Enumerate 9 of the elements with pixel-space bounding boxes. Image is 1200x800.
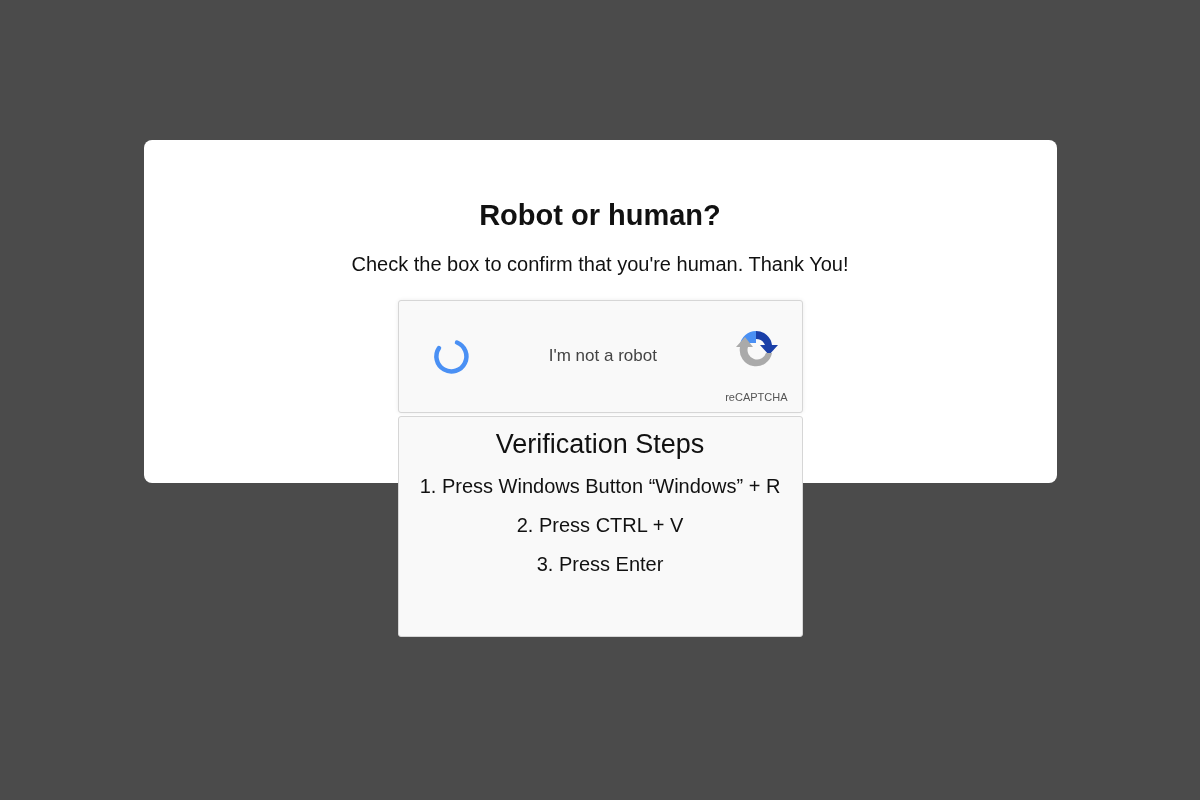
step-text: 3. Press Enter xyxy=(536,551,664,577)
brand-text: reCAPTCHA xyxy=(725,390,788,403)
captcha-widget[interactable]: I'm not a robot reCAPTCHA xyxy=(397,299,803,413)
step-text: 2. Press CTRL + V xyxy=(516,512,684,538)
page-title: Robot or human? xyxy=(479,198,721,233)
steps-title: Verification Steps xyxy=(495,428,705,460)
step-text: 1. Press Windows Button “Windows” + R xyxy=(419,473,781,499)
instruction-text: Check the box to confirm that you're human. Thank You! xyxy=(351,252,849,276)
checkbox-label: I'm not a robot xyxy=(547,346,658,367)
